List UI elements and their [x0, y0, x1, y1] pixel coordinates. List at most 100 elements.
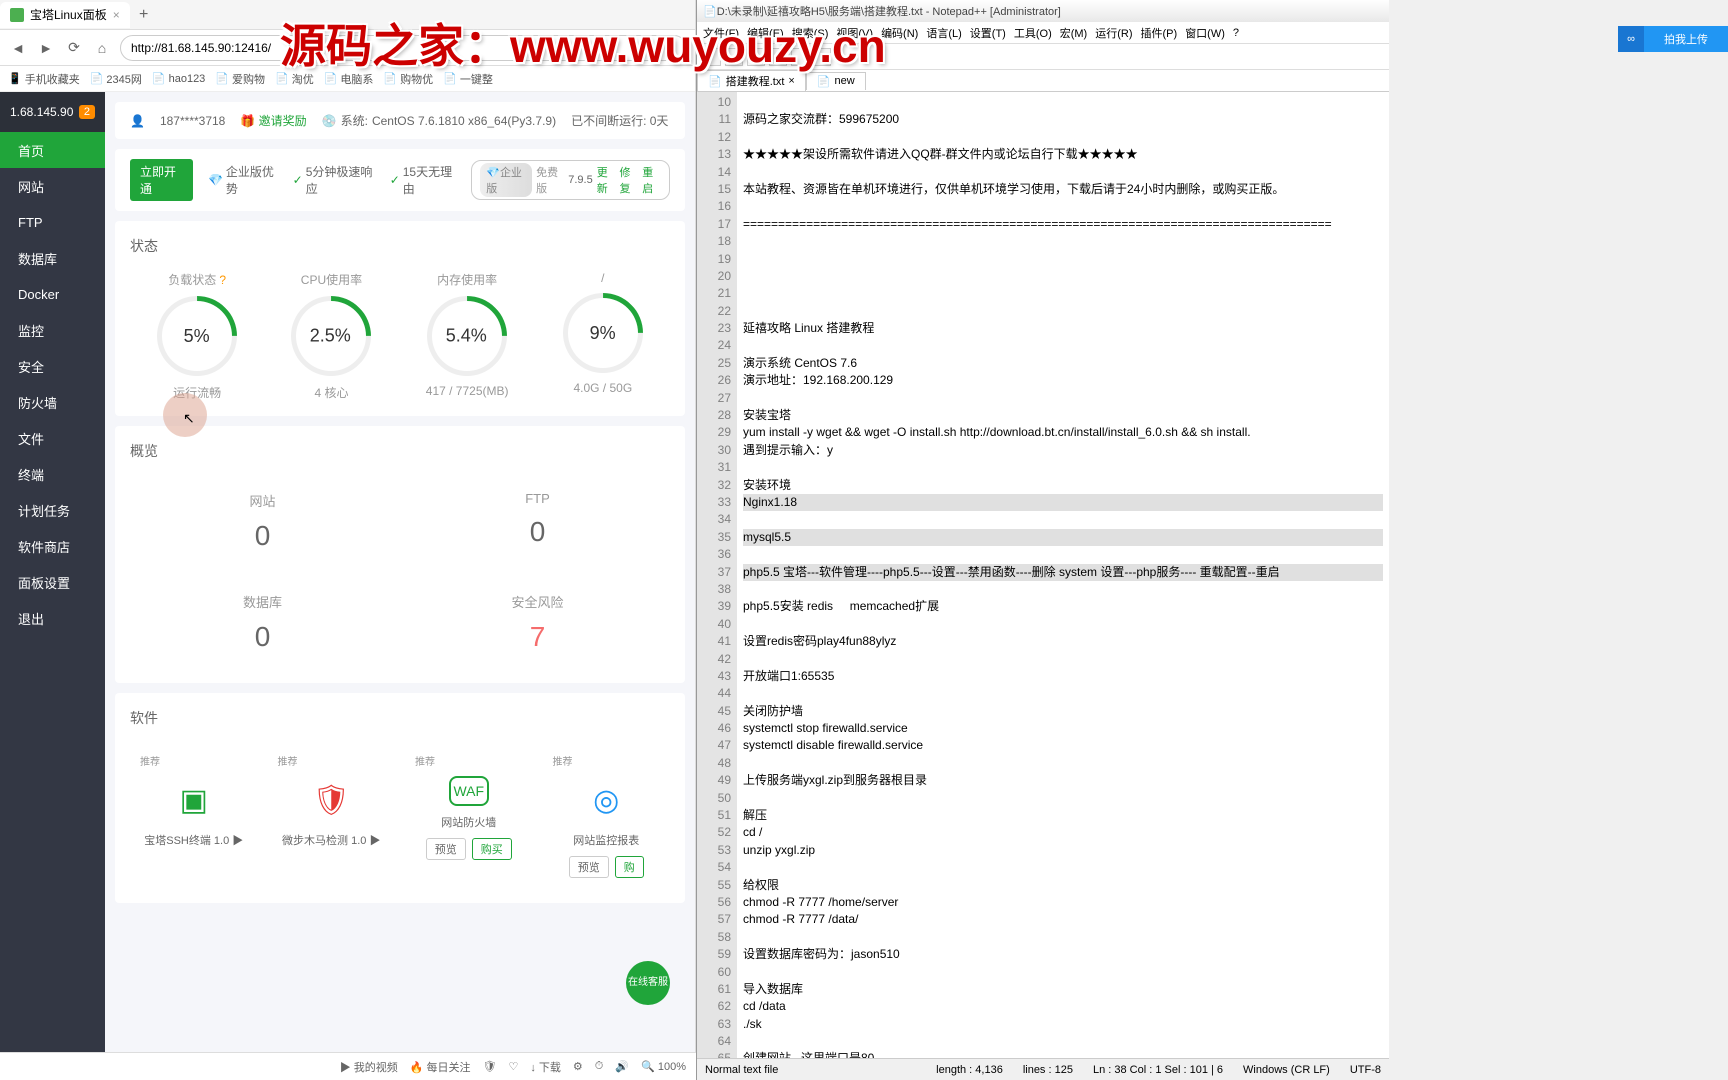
toolbar-button[interactable]: [725, 48, 743, 66]
bookmark-item[interactable]: 📄 hao123: [152, 72, 205, 85]
overview-ftp[interactable]: FTP 0: [405, 476, 670, 567]
software-card: 软件 推荐 ▣ 宝塔SSH终端 1.0 ▶ 推荐 🛡 微步木马检测 1.0 ▶ …: [115, 693, 685, 903]
toolbar-button[interactable]: [747, 48, 765, 66]
feature-item: ✓15天无理由: [390, 163, 457, 197]
upload-button[interactable]: ∞ 拍我上传: [1618, 26, 1728, 52]
software-ssh[interactable]: 推荐 ▣ 宝塔SSH终端 1.0 ▶: [130, 743, 258, 888]
overview-website[interactable]: 网站 0: [130, 476, 395, 567]
repair-link[interactable]: 修复: [619, 164, 638, 196]
heart-icon[interactable]: ♡: [508, 1060, 518, 1073]
menu-encoding[interactable]: 编码(N): [881, 25, 918, 41]
menu-plugins[interactable]: 插件(P): [1141, 25, 1178, 41]
toolbar-button[interactable]: [813, 48, 831, 66]
zoom-level[interactable]: 🔍 100%: [641, 1060, 686, 1073]
history-icon[interactable]: ⏱: [595, 1060, 604, 1073]
address-bar[interactable]: http://81.68.145.90:12416/: [120, 35, 687, 61]
sidebar-item-cron[interactable]: 计划任务: [0, 492, 105, 528]
status-filetype: Normal text file: [705, 1064, 778, 1076]
menu-search[interactable]: 搜索(S): [792, 25, 829, 41]
bookmark-item[interactable]: 📄 2345网: [90, 71, 142, 87]
status-eol: Windows (CR LF): [1243, 1064, 1330, 1076]
preview-button[interactable]: 预览: [426, 838, 466, 860]
chat-button[interactable]: 在线客服: [626, 961, 670, 1005]
gauge-load[interactable]: 负载状态 ? 5% 运行流畅: [157, 271, 237, 401]
overview-database[interactable]: 数据库 0: [130, 577, 395, 668]
sidebar-item-firewall[interactable]: 防火墙: [0, 384, 105, 420]
home-button[interactable]: ⌂: [92, 38, 112, 58]
preview-button[interactable]: 预览: [569, 856, 609, 878]
notification-badge[interactable]: 2: [79, 105, 95, 119]
software-waf[interactable]: 推荐 WAF 网站防火墙 预览 购买: [405, 743, 533, 888]
notepad-tab[interactable]: 📄 搭建教程.txt ×: [697, 70, 806, 91]
software-title: 软件: [130, 708, 670, 728]
upgrade-bar: 立即开通 💎 企业版优势 ✓5分钟极速响应 ✓15天无理由 💎企业版 免费版 7…: [115, 149, 685, 211]
code-area[interactable]: 源码之家交流群：599675200 ★★★★★架设所需软件请进入QQ群-群文件内…: [737, 92, 1389, 1058]
status-lines: lines : 125: [1023, 1064, 1073, 1076]
back-button[interactable]: ◄: [8, 38, 28, 58]
bookmark-item[interactable]: 📄 购物优: [383, 71, 433, 87]
sidebar-item-terminal[interactable]: 终端: [0, 456, 105, 492]
shield-icon[interactable]: 🛡: [483, 1060, 497, 1073]
menu-tools[interactable]: 工具(O): [1014, 25, 1052, 41]
menu-window[interactable]: 窗口(W): [1185, 25, 1225, 41]
invite-link[interactable]: 🎁 邀请奖励: [240, 112, 306, 129]
bookmarks-bar: 📱 手机收藏夹 📄 2345网 📄 hao123 📄 爱购物 📄 淘优 📄 电脑…: [0, 66, 695, 92]
buy-button[interactable]: 购买: [472, 838, 512, 860]
notepad-tab[interactable]: 📄 new: [806, 72, 866, 90]
gauge-disk[interactable]: / 9% 4.0G / 50G: [563, 271, 643, 401]
version-info: 💎企业版 免费版 7.9.5 更新 修复 重启: [471, 160, 670, 200]
sidebar-item-security[interactable]: 安全: [0, 348, 105, 384]
menu-language[interactable]: 语言(L): [926, 25, 961, 41]
gauge-cpu[interactable]: CPU使用率 2.5% 4 核心: [291, 271, 371, 401]
bookmark-item[interactable]: 📄 爱购物: [215, 71, 265, 87]
bookmark-item[interactable]: 📄 淘优: [275, 71, 314, 87]
notepad-menubar: 文件(F) 编辑(E) 搜索(S) 视图(V) 编码(N) 语言(L) 设置(T…: [697, 22, 1389, 44]
menu-macro[interactable]: 宏(M): [1060, 25, 1088, 41]
settings-icon[interactable]: ⚙: [573, 1060, 583, 1073]
overview-security[interactable]: 安全风险 7: [405, 577, 670, 668]
menu-view[interactable]: 视图(V): [836, 25, 873, 41]
bt-panel: 1.68.145.90 2 首页 网站 FTP 数据库 Docker 监控 安全…: [0, 92, 695, 1052]
gauge-memory[interactable]: 内存使用率 5.4% 417 / 7725(MB): [426, 271, 509, 401]
tab-close-icon[interactable]: ×: [113, 8, 120, 22]
sound-icon[interactable]: 🔊: [615, 1060, 629, 1073]
sidebar-item-settings[interactable]: 面板设置: [0, 564, 105, 600]
sidebar-item-ftp[interactable]: FTP: [0, 204, 105, 240]
software-monitor[interactable]: 推荐 ◎ 网站监控报表 预览 购: [543, 743, 671, 888]
sidebar-item-monitor[interactable]: 监控: [0, 312, 105, 348]
sidebar-item-website[interactable]: 网站: [0, 168, 105, 204]
menu-run[interactable]: 运行(R): [1095, 25, 1132, 41]
sidebar-item-files[interactable]: 文件: [0, 420, 105, 456]
sidebar-item-database[interactable]: 数据库: [0, 240, 105, 276]
my-video-button[interactable]: ▶ 我的视频: [340, 1059, 398, 1075]
menu-help[interactable]: ?: [1233, 27, 1239, 39]
bookmark-item[interactable]: 📄 电脑系: [324, 71, 374, 87]
restart-link[interactable]: 重启: [642, 164, 661, 196]
sidebar-item-software[interactable]: 软件商店: [0, 528, 105, 564]
menu-settings[interactable]: 设置(T): [970, 25, 1006, 41]
toolbar-button[interactable]: [791, 48, 809, 66]
new-tab-button[interactable]: +: [130, 6, 158, 24]
forward-button[interactable]: ►: [36, 38, 56, 58]
sidebar-header: 1.68.145.90 2: [0, 92, 105, 132]
buy-button[interactable]: 购: [615, 856, 644, 878]
sidebar-item-docker[interactable]: Docker: [0, 276, 105, 312]
sidebar-item-logout[interactable]: 退出: [0, 600, 105, 636]
bookmark-item[interactable]: 📱 手机收藏夹: [8, 71, 80, 87]
daily-button[interactable]: 🔥 每日关注: [410, 1059, 471, 1075]
download-button[interactable]: ↓ 下载: [530, 1059, 561, 1075]
toolbar-button[interactable]: [769, 48, 787, 66]
software-trojan[interactable]: 推荐 🛡 微步木马检测 1.0 ▶: [268, 743, 396, 888]
feature-item: 💎 企业版优势: [208, 163, 278, 197]
bookmark-item[interactable]: 📄 一键整: [443, 71, 493, 87]
sidebar-item-home[interactable]: 首页: [0, 132, 105, 168]
menu-edit[interactable]: 编辑(E): [747, 25, 784, 41]
update-link[interactable]: 更新: [597, 164, 616, 196]
menu-file[interactable]: 文件(F): [703, 25, 739, 41]
toolbar-button[interactable]: [703, 48, 721, 66]
refresh-button[interactable]: ⟳: [64, 38, 84, 58]
panel-topbar: 👤 187****3718 🎁 邀请奖励 💿 系统: CentOS 7.6.18…: [115, 102, 685, 139]
notepad-editor[interactable]: 1011121314151617181920212223242526272829…: [697, 92, 1389, 1058]
upgrade-button[interactable]: 立即开通: [130, 159, 193, 201]
browser-tab[interactable]: 宝塔Linux面板 ×: [0, 2, 130, 28]
